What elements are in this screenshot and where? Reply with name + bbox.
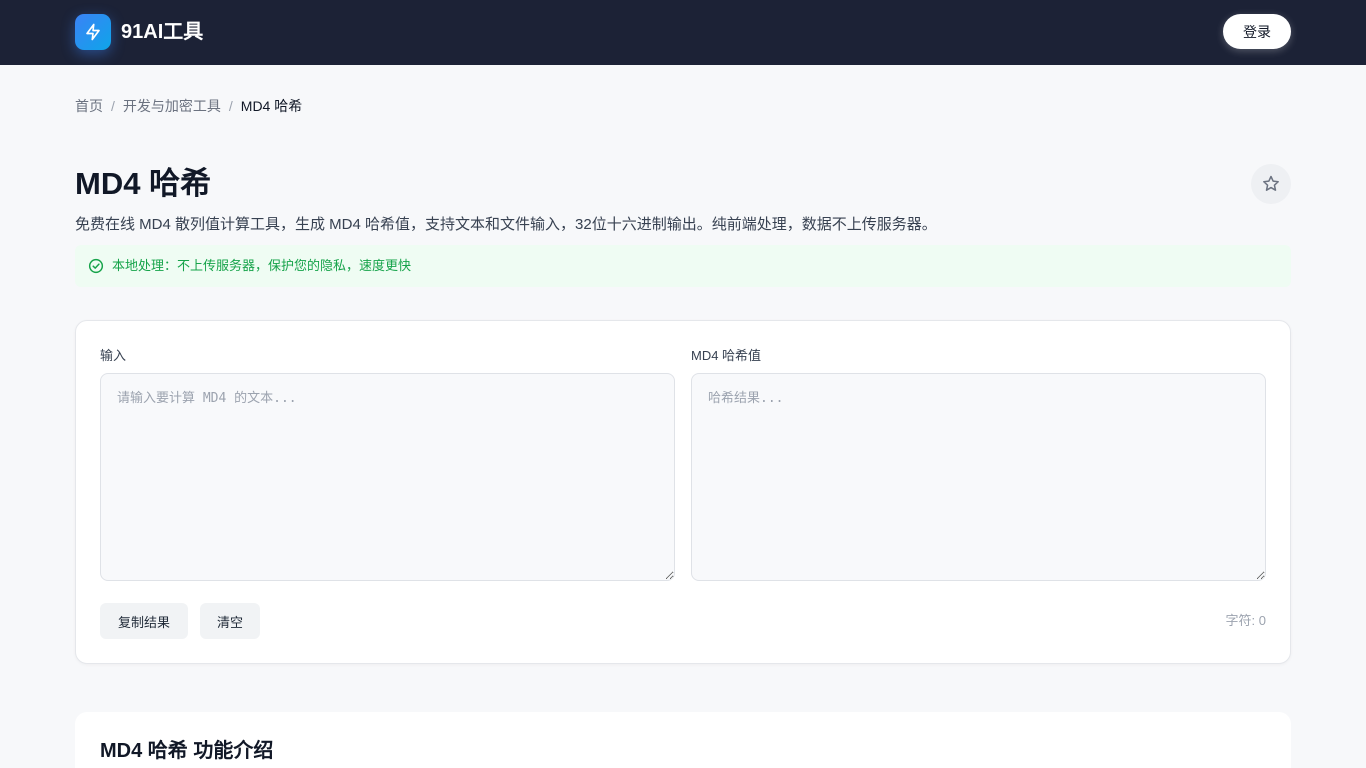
breadcrumb-separator: / <box>111 98 115 114</box>
output-textarea[interactable] <box>691 373 1266 581</box>
brand-name[interactable]: 91AI工具 <box>121 19 203 45</box>
lightning-bolt-icon <box>86 23 100 41</box>
intro-title: MD4 哈希 功能介绍 <box>100 740 274 762</box>
local-processing-notice: 本地处理：不上传服务器，保护您的隐私，速度更快 <box>75 245 1291 287</box>
login-button[interactable]: 登录 <box>1223 14 1291 49</box>
page-description: 免费在线 MD4 散列值计算工具，生成 MD4 哈希值，支持文本和文件输入，32… <box>75 216 937 233</box>
star-outline-icon <box>1263 175 1279 191</box>
breadcrumb-home-link[interactable]: 首页 <box>75 96 103 116</box>
favorite-button[interactable] <box>1251 164 1291 204</box>
page-title: MD4 哈希 <box>75 166 212 201</box>
tool-card: 输入 MD4 哈希值 复制结果 清空 字符: 0 <box>75 320 1291 664</box>
check-circle-icon <box>88 258 104 274</box>
intro-card: MD4 哈希 功能介绍 <box>75 712 1291 768</box>
output-label: MD4 哈希值 <box>691 348 762 363</box>
copy-result-button[interactable]: 复制结果 <box>100 603 188 639</box>
clear-button[interactable]: 清空 <box>200 603 260 639</box>
breadcrumb: 首页 / 开发与加密工具 / MD4 哈希 <box>75 96 302 116</box>
top-navbar: 91AI工具 登录 <box>0 0 1366 65</box>
breadcrumb-category-link[interactable]: 开发与加密工具 <box>123 96 221 116</box>
char-count: 字符: 0 <box>1225 613 1266 628</box>
notice-text: 本地处理：不上传服务器，保护您的隐私，速度更快 <box>112 258 412 273</box>
input-textarea[interactable] <box>100 373 675 581</box>
breadcrumb-separator: / <box>228 98 233 114</box>
logo-badge[interactable] <box>75 14 111 50</box>
input-label: 输入 <box>100 348 127 363</box>
breadcrumb-current: MD4 哈希 <box>240 98 303 114</box>
